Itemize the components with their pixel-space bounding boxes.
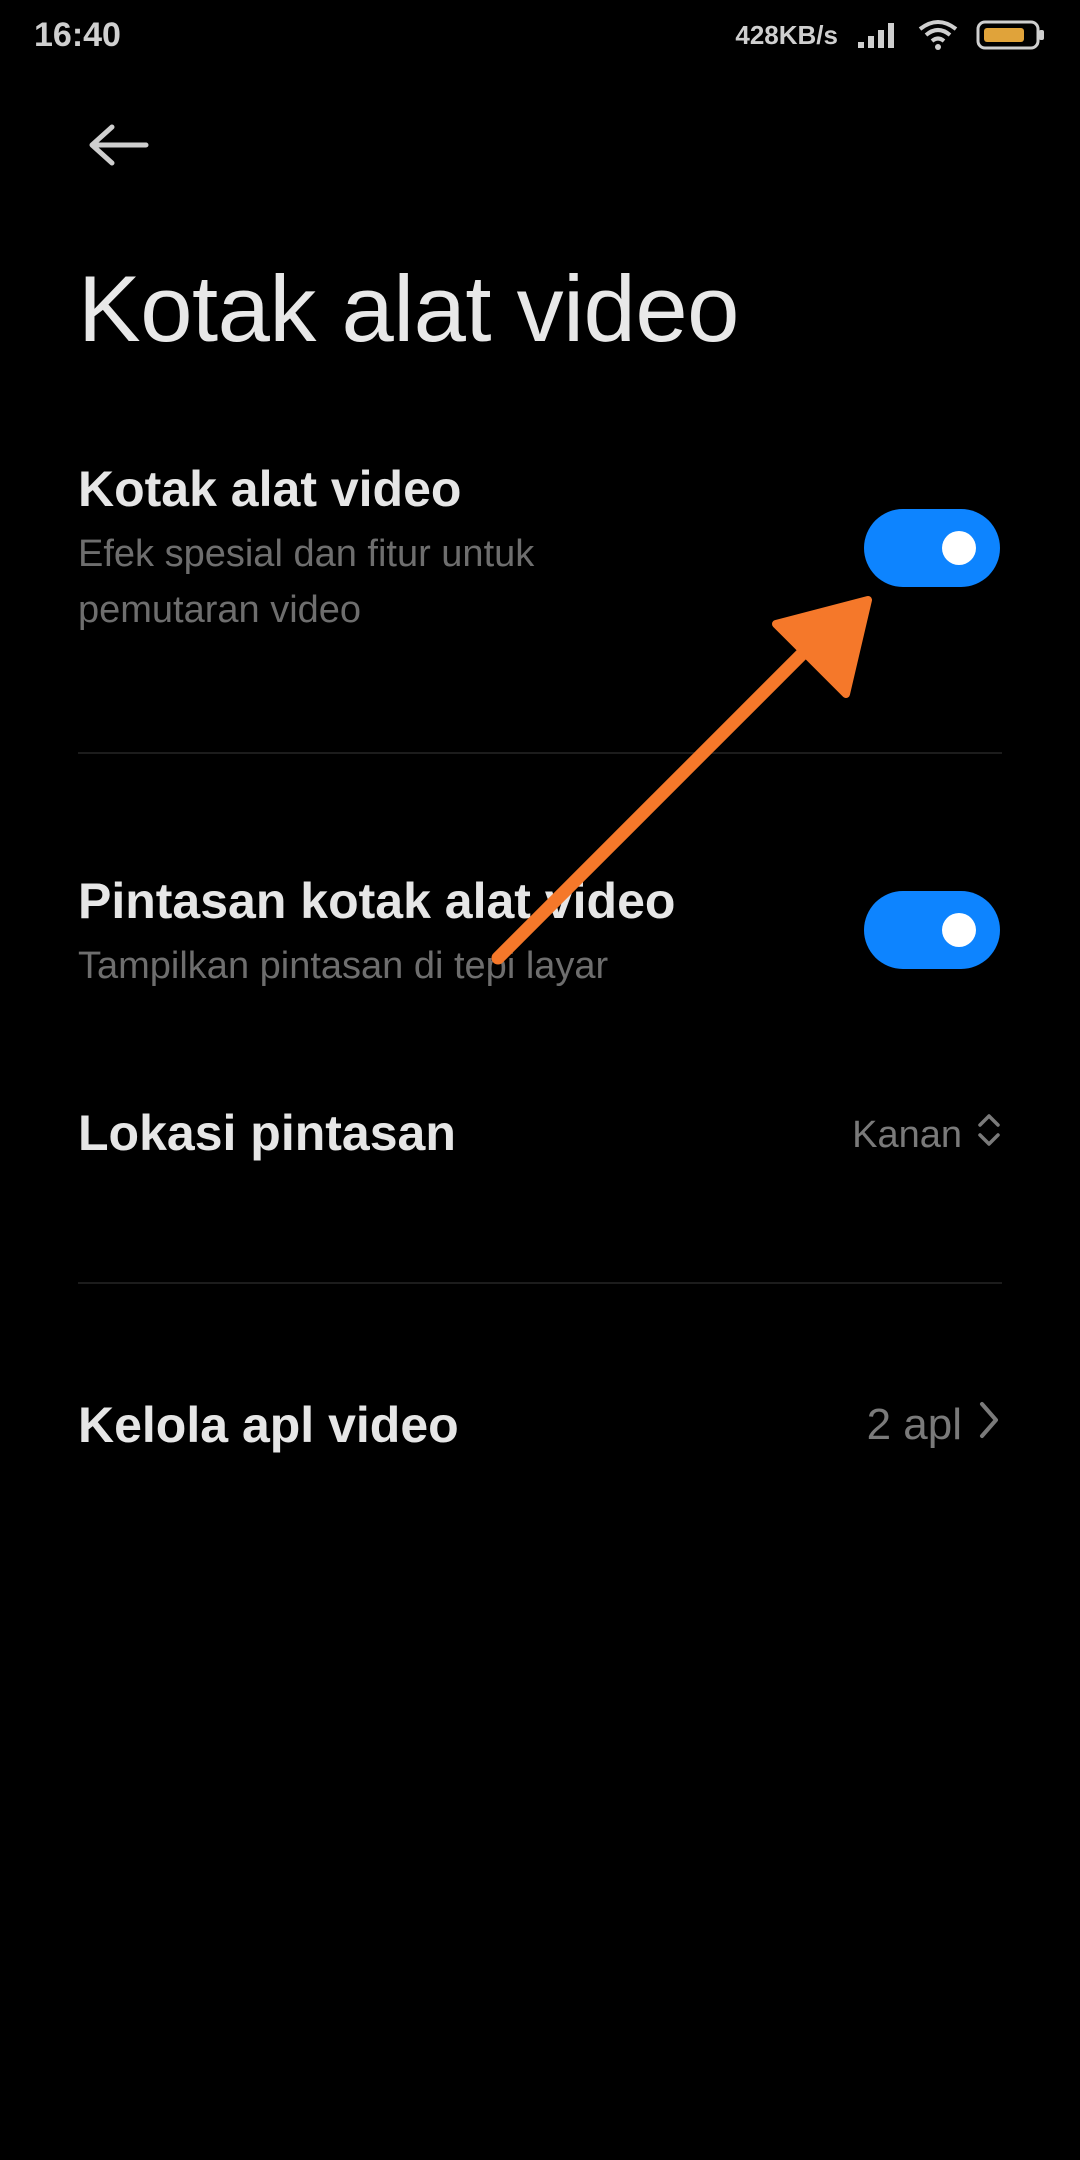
network-speed: 428KB/s [735, 19, 838, 50]
wifi-icon [918, 19, 958, 51]
selected-value: Kanan [852, 1113, 962, 1156]
setting-description: Efek spesial dan fitur untuk pemutaran v… [78, 533, 535, 631]
status-icons: 428KB/s [735, 19, 1046, 51]
manage-apps-value[interactable]: 2 apl [867, 1398, 1002, 1452]
divider [78, 1282, 1002, 1284]
toggle-knob [942, 531, 976, 565]
setting-title: Kelola apl video [78, 1397, 459, 1453]
chevron-right-icon [976, 1398, 1002, 1452]
app-count: 2 apl [866, 1400, 962, 1449]
signal-icon [856, 20, 900, 50]
divider [78, 752, 1002, 754]
setting-description: Tampilkan pintasan di tepi layar [78, 945, 609, 987]
setting-title: Pintasan kotak alat video [78, 873, 676, 929]
toggle-knob [942, 913, 976, 947]
shortcut-location-selector[interactable]: Kanan [852, 1110, 1002, 1160]
back-button[interactable] [78, 112, 158, 182]
page-title: Kotak alat video [78, 256, 739, 361]
status-time: 16:40 [34, 15, 121, 54]
setting-manage-video-apps[interactable]: Kelola apl video [78, 1396, 1002, 1454]
status-bar: 16:40 428KB/s [0, 0, 1080, 70]
toolbox-shortcut-toggle[interactable] [864, 891, 1000, 969]
video-toolbox-toggle[interactable] [864, 509, 1000, 587]
back-arrow-icon [86, 123, 150, 172]
unfold-icon [976, 1110, 1002, 1160]
setting-title: Kotak alat video [78, 461, 462, 517]
battery-icon [976, 19, 1046, 51]
